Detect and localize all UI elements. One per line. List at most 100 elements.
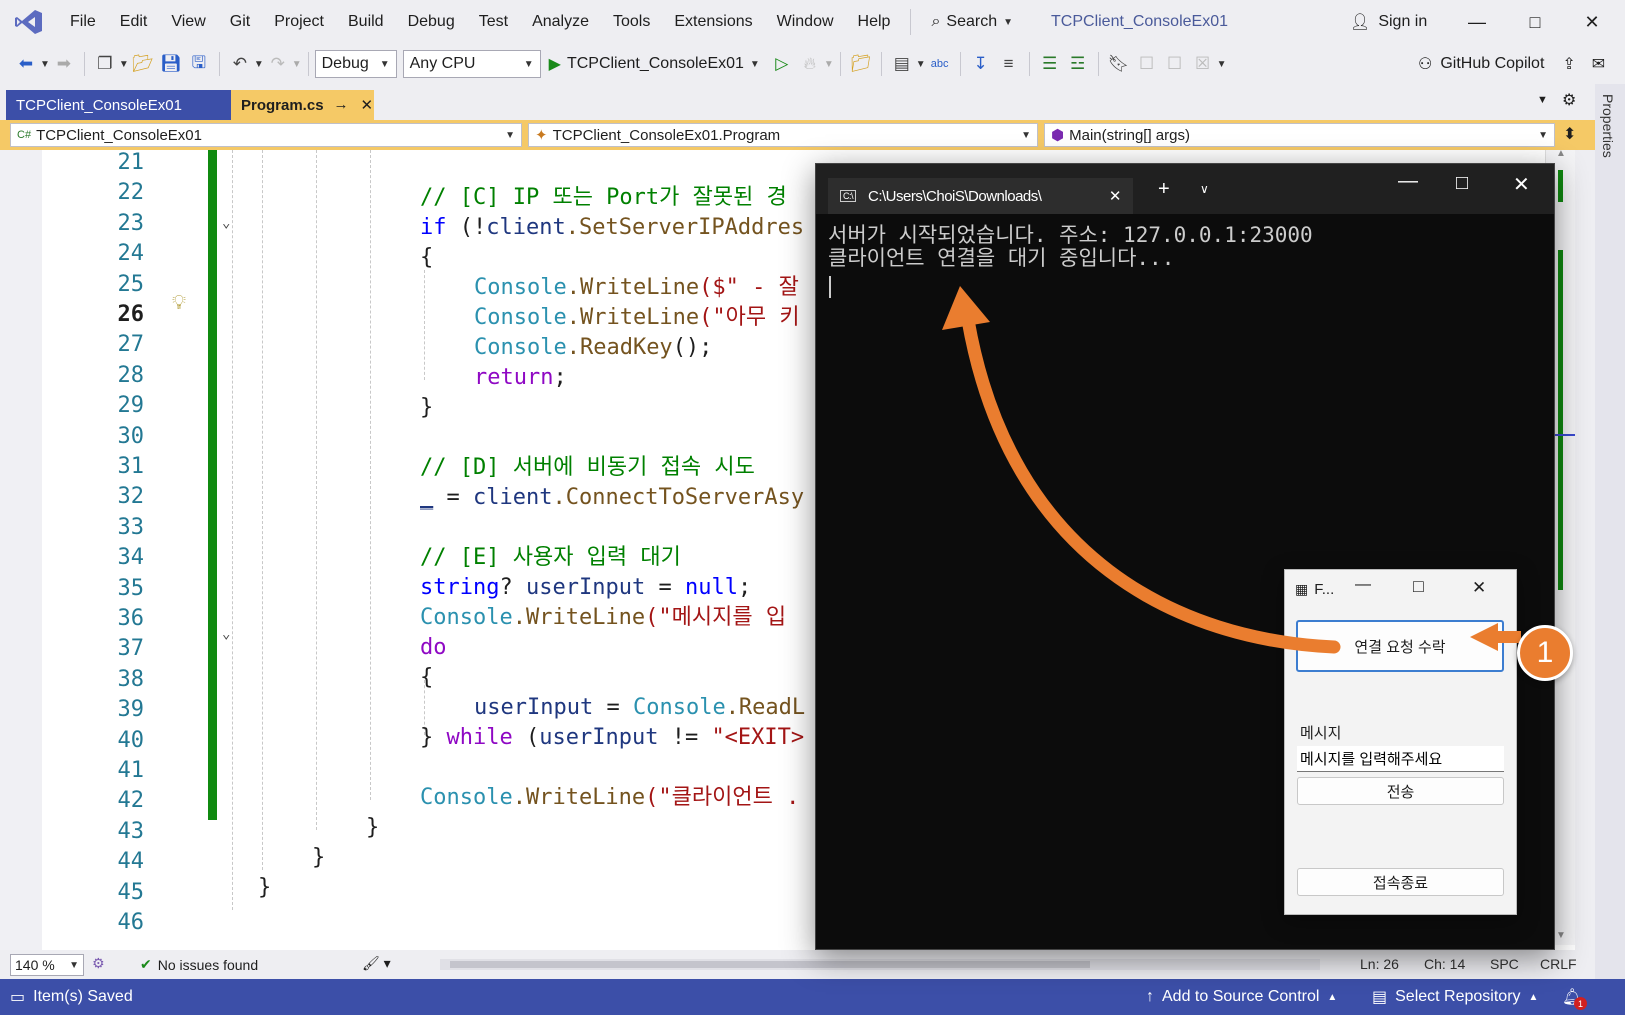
gear-icon[interactable]: ⚙: [1562, 90, 1576, 110]
previous-bookmark-icon[interactable]: ☐: [1133, 50, 1161, 78]
collapse-chevron-icon[interactable]: ⌄: [222, 626, 230, 642]
new-tab-icon[interactable]: +: [1158, 178, 1170, 201]
minimize-icon[interactable]: —: [1355, 576, 1371, 594]
type-scope-select[interactable]: ✦ TCPClient_ConsoleEx01.Program ▼: [528, 123, 1038, 147]
share-icon[interactable]: ⇪: [1562, 54, 1575, 74]
step-cursor-icon[interactable]: ↧: [967, 50, 995, 78]
chevron-down-icon[interactable]: ∨: [1200, 182, 1209, 196]
chevron-down-icon[interactable]: ▼: [119, 59, 129, 70]
menu-tools[interactable]: Tools: [601, 0, 662, 44]
navigate-forward-icon[interactable]: ➡︎: [50, 50, 78, 78]
member-scope-select[interactable]: ⬢ Main(string[] args) ▼: [1044, 123, 1555, 147]
issues-indicator[interactable]: ✔ No issues found: [140, 956, 258, 973]
close-icon[interactable]: ✕: [1513, 172, 1530, 197]
properties-panel-tab[interactable]: Properties: [1595, 84, 1625, 979]
uncomment-lines-icon[interactable]: ☲: [1064, 50, 1092, 78]
minimize-icon[interactable]: —: [1398, 170, 1418, 193]
tab-program-cs[interactable]: Program.cs → ✕: [231, 90, 374, 120]
undo-icon[interactable]: ↶: [226, 50, 254, 78]
menu-debug[interactable]: Debug: [396, 0, 467, 44]
column-indicator[interactable]: Ch: 14: [1424, 956, 1465, 972]
redo-icon[interactable]: ↷: [264, 50, 292, 78]
menu-window[interactable]: Window: [765, 0, 846, 44]
terminal-tab[interactable]: C:\ C:\Users\ChoiS\Downloads\ ✕: [828, 178, 1133, 214]
code-cleanup-icon[interactable]: 🖌︎ ▾: [362, 955, 391, 972]
terminal-line: 서버가 시작되었습니다. 주소: 127.0.0.1:23000: [828, 223, 1313, 247]
save-icon[interactable]: 💾︎: [157, 50, 185, 78]
close-tab-icon[interactable]: ✕: [1109, 187, 1122, 205]
toolbar-overflow-icon[interactable]: ▼: [1217, 59, 1227, 70]
line-ending-indicator[interactable]: CRLF: [1540, 956, 1577, 972]
open-folder-icon[interactable]: 📂︎: [129, 50, 157, 78]
menu-git[interactable]: Git: [218, 0, 262, 44]
bookmark-icon[interactable]: 🔖︎: [1105, 50, 1133, 78]
clear-bookmarks-icon[interactable]: ☒: [1189, 50, 1217, 78]
menu-build[interactable]: Build: [336, 0, 396, 44]
chevron-up-icon: ▲: [1327, 991, 1338, 1003]
close-tab-icon[interactable]: ✕: [361, 96, 374, 114]
hot-reload-icon[interactable]: 🔥︎: [796, 50, 824, 78]
next-bookmark-icon[interactable]: ☐: [1161, 50, 1189, 78]
menu-test[interactable]: Test: [467, 0, 520, 44]
chevron-down-icon[interactable]: ▼: [254, 59, 264, 70]
collapse-chevron-icon[interactable]: ⌄: [222, 215, 230, 231]
accept-connection-button[interactable]: 연결 요청 수락: [1296, 620, 1504, 672]
maximize-icon[interactable]: □: [1456, 172, 1468, 195]
start-debugging-button[interactable]: ▶ TCPClient_ConsoleEx01 ▼: [541, 54, 768, 74]
menu-help[interactable]: Help: [846, 0, 903, 44]
minimize-button[interactable]: —: [1448, 0, 1506, 44]
browse-icon[interactable]: ▤: [888, 50, 916, 78]
save-all-icon[interactable]: 🖫︎: [185, 50, 213, 78]
search-box[interactable]: ⌕ Search ▼: [919, 13, 1025, 31]
tab-list-chevron-icon[interactable]: ▼: [1537, 94, 1548, 106]
menu-file[interactable]: File: [58, 0, 108, 44]
notifications-button[interactable]: 🔔︎ 1: [1562, 979, 1587, 1015]
horizontal-scrollbar[interactable]: [440, 959, 1320, 970]
navigate-back-icon[interactable]: ⬅︎: [12, 50, 40, 78]
editor-status-strip: 140 % ▼ ⚙ ✔ No issues found 🖌︎ ▾ Ln: 26 …: [0, 950, 1595, 979]
menu-project[interactable]: Project: [262, 0, 336, 44]
github-copilot-button[interactable]: ⚇ GitHub Copilot ⇪ ✉: [1418, 44, 1605, 84]
chevron-down-icon[interactable]: ▼: [824, 59, 834, 70]
close-icon[interactable]: ✕: [1472, 578, 1486, 598]
add-to-source-control-button[interactable]: ↑ Add to Source Control ▲: [1146, 979, 1337, 1015]
close-window-button[interactable]: ✕: [1563, 0, 1621, 44]
feedback-icon[interactable]: ✉: [1592, 54, 1605, 74]
menu-analyze[interactable]: Analyze: [520, 0, 601, 44]
client-form-window[interactable]: ▦ F... — □ ✕ 연결 요청 수락 메시지 전송 접속종료: [1284, 569, 1517, 915]
comment-lines-icon[interactable]: ☰: [1036, 50, 1064, 78]
chevron-down-icon[interactable]: ▼: [292, 59, 302, 70]
horizontal-scroll-thumb[interactable]: [450, 961, 1090, 968]
solution-explorer-icon[interactable]: 📁︎: [847, 50, 875, 78]
platform-select[interactable]: Any CPU ▼: [402, 50, 541, 78]
zoom-select[interactable]: 140 % ▼: [10, 954, 84, 976]
tab-project[interactable]: TCPClient_ConsoleEx01: [6, 90, 231, 120]
start-without-debugging-icon[interactable]: ▷: [768, 50, 796, 78]
toolbar-separator: [1028, 52, 1030, 76]
split-editor-icon[interactable]: ⬍: [1563, 124, 1576, 144]
chevron-down-icon[interactable]: ▼: [916, 59, 926, 70]
scroll-up-arrow-icon[interactable]: ▲: [1556, 148, 1566, 159]
configuration-select[interactable]: Debug ▼: [314, 50, 397, 78]
intellicode-icon[interactable]: ⚙: [92, 955, 105, 972]
sign-in-button[interactable]: 👤︎ Sign in: [1350, 0, 1427, 44]
message-input[interactable]: [1297, 746, 1504, 772]
select-repository-button[interactable]: ▤ Select Repository ▲: [1372, 979, 1538, 1015]
format-document-icon[interactable]: ≡: [995, 50, 1023, 78]
disconnect-button[interactable]: 접속종료: [1297, 868, 1504, 896]
maximize-button[interactable]: □: [1506, 0, 1564, 44]
send-button[interactable]: 전송: [1297, 777, 1504, 805]
pin-icon[interactable]: →: [334, 96, 349, 114]
maximize-icon[interactable]: □: [1413, 576, 1424, 597]
lightbulb-icon[interactable]: 💡︎: [172, 290, 186, 314]
menu-extensions[interactable]: Extensions: [662, 0, 764, 44]
new-item-icon[interactable]: ❐: [91, 50, 119, 78]
menu-view[interactable]: View: [159, 0, 217, 44]
line-indicator[interactable]: Ln: 26: [1360, 956, 1399, 972]
chevron-down-icon[interactable]: ▼: [40, 59, 50, 70]
whitespace-indicator[interactable]: SPC: [1490, 956, 1519, 972]
project-scope-select[interactable]: C# TCPClient_ConsoleEx01 ▼: [10, 123, 522, 147]
scroll-down-arrow-icon[interactable]: ▼: [1556, 930, 1566, 941]
spell-check-icon[interactable]: abc: [926, 50, 954, 78]
menu-edit[interactable]: Edit: [108, 0, 160, 44]
